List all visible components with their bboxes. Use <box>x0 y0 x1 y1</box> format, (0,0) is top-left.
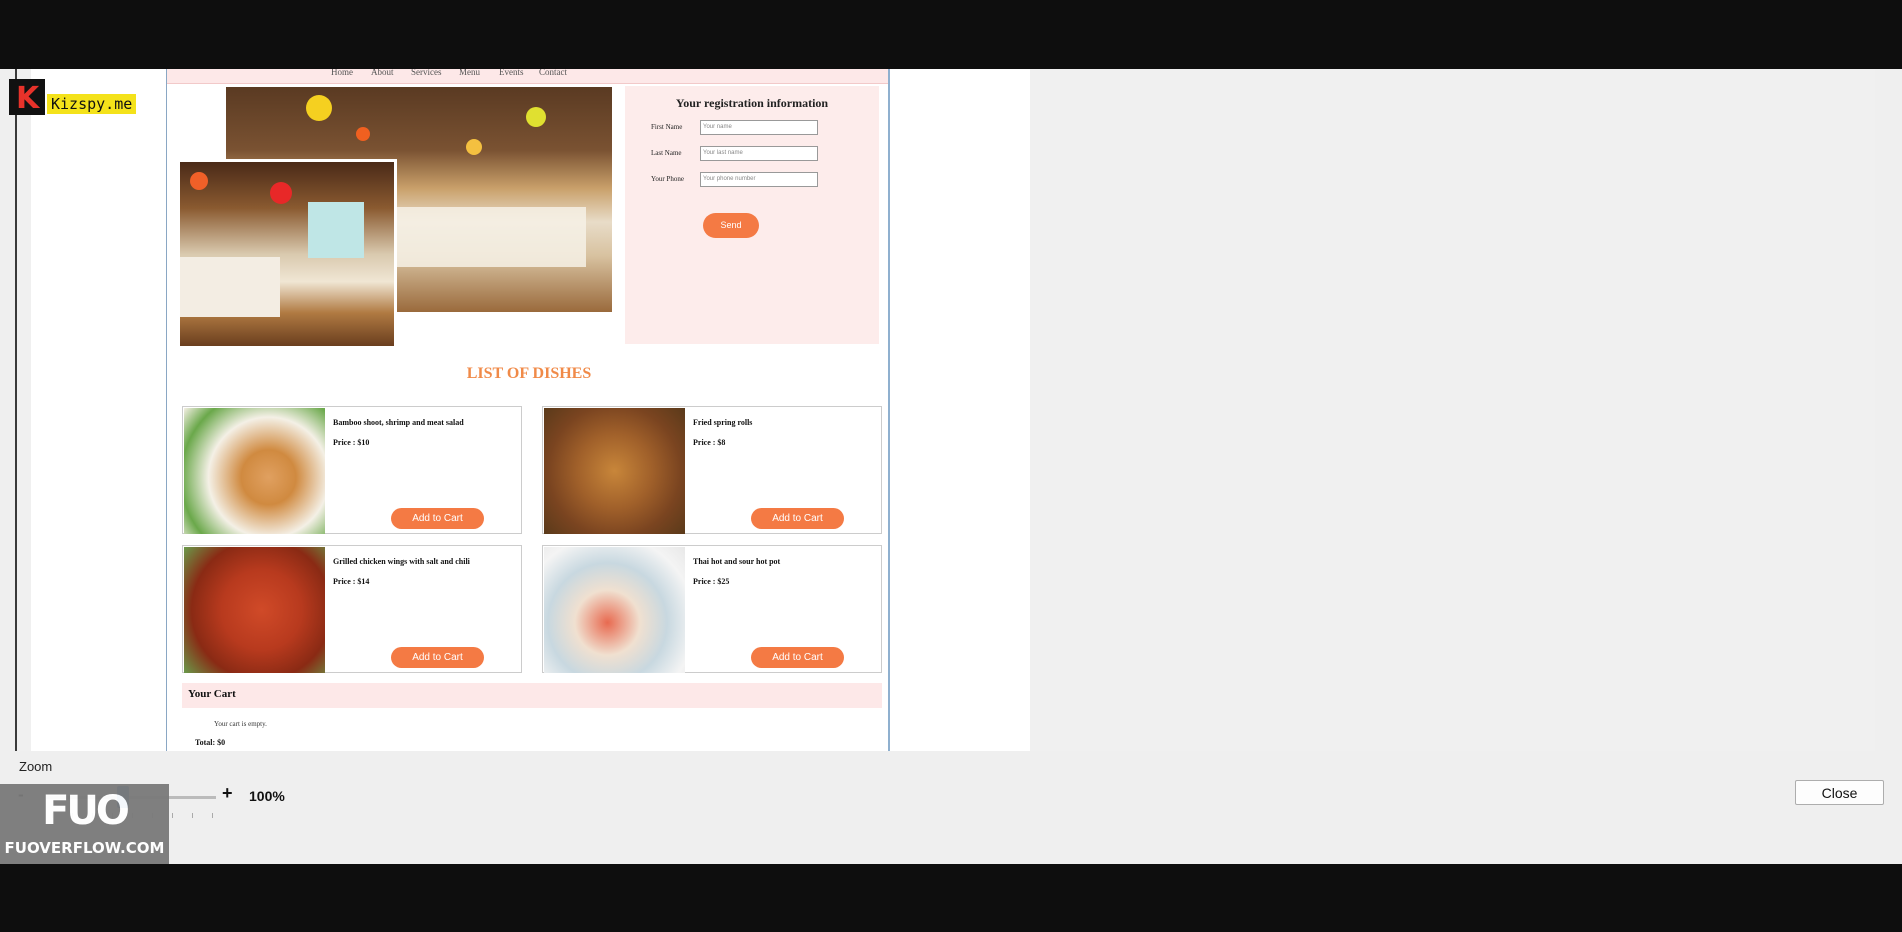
cart-header: Your Cart <box>182 683 882 708</box>
dish-price: Price : $25 <box>693 577 730 586</box>
dish-price: Price : $14 <box>333 577 370 586</box>
table-area <box>396 207 586 267</box>
dish-price: Price : $8 <box>693 438 726 447</box>
registration-title: Your registration information <box>675 96 829 110</box>
first-name-label: First Name <box>651 123 683 131</box>
zoom-in-button[interactable]: + <box>222 783 233 804</box>
registration-panel: Your registration information First Name… <box>625 86 879 344</box>
last-name-label: Last Name <box>651 149 682 157</box>
dish-price: Price : $10 <box>333 438 370 447</box>
fuoverflow-watermark: FUO FUOVERFLOW.COM <box>0 784 169 864</box>
zoom-label: Zoom <box>19 759 53 774</box>
dish-name: Bamboo shoot, shrimp and meat salad <box>333 418 464 427</box>
first-name-input[interactable]: Your name <box>700 120 818 135</box>
nav-menu[interactable]: Menu <box>459 69 480 77</box>
fuo-logo: FUO <box>42 788 130 834</box>
dish-card: Thai hot and sour hot pot Price : $25 Ad… <box>542 545 882 673</box>
dish-card: Bamboo shoot, shrimp and meat salad Pric… <box>182 406 522 534</box>
fuoverflow-text: FUOVERFLOW.COM <box>4 839 165 857</box>
zoom-value: 100% <box>249 788 285 804</box>
dish-card: Fried spring rolls Price : $8 Add to Car… <box>542 406 882 534</box>
cart-empty-message: Your cart is empty. <box>214 720 267 728</box>
nav-services[interactable]: Services <box>411 69 442 77</box>
add-to-cart-button[interactable]: Add to Cart <box>391 508 484 529</box>
add-to-cart-button[interactable]: Add to Cart <box>751 508 844 529</box>
dish-image <box>544 547 685 673</box>
kizspy-logo-icon: K <box>9 79 45 116</box>
dish-card: Grilled chicken wings with salt and chil… <box>182 545 522 673</box>
nav-contact[interactable]: Contact <box>539 69 567 77</box>
nav-events[interactable]: Events <box>499 69 524 77</box>
viewport-left-border <box>15 69 17 751</box>
dish-name: Fried spring rolls <box>693 418 753 427</box>
lantern-decoration <box>190 172 208 190</box>
preview-window: Home About Services Menu Events Contact <box>0 69 1902 864</box>
dish-name: Grilled chicken wings with salt and chil… <box>333 557 470 566</box>
site-navbar: Home About Services Menu Events Contact <box>167 69 888 84</box>
lantern-decoration <box>270 182 292 204</box>
dishes-heading: LIST OF DISHES <box>466 365 592 382</box>
add-to-cart-button[interactable]: Add to Cart <box>391 647 484 668</box>
lantern-decoration <box>356 127 370 141</box>
phone-input[interactable]: Your phone number <box>700 172 818 187</box>
close-button[interactable]: Close <box>1795 780 1884 805</box>
zoom-toolbar: Zoom - + 100% Close <box>0 751 1902 864</box>
lantern-decoration <box>306 95 332 121</box>
lantern-decoration <box>466 139 482 155</box>
phone-label: Your Phone <box>651 175 684 183</box>
last-name-input[interactable]: Your last name <box>700 146 818 161</box>
nav-home[interactable]: Home <box>331 69 353 77</box>
restaurant-photo-secondary <box>177 159 397 349</box>
web-page: Home About Services Menu Events Contact <box>166 69 890 751</box>
cart-title: Your Cart <box>188 688 236 700</box>
dish-name: Thai hot and sour hot pot <box>693 557 781 566</box>
preview-viewport: Home About Services Menu Events Contact <box>15 69 1875 751</box>
cart-total: Total: $0 <box>195 738 226 747</box>
dish-image <box>544 408 685 534</box>
lantern-decoration <box>526 107 546 127</box>
nav-about[interactable]: About <box>371 69 394 77</box>
dish-image <box>184 547 325 673</box>
wall-poster <box>308 202 364 258</box>
dish-image <box>184 408 325 534</box>
send-button[interactable]: Send <box>703 213 759 238</box>
kizspy-watermark: K Kizspy.me <box>9 78 137 116</box>
kizspy-watermark-text: Kizspy.me <box>47 94 137 114</box>
table-area <box>180 257 280 317</box>
add-to-cart-button[interactable]: Add to Cart <box>751 647 844 668</box>
